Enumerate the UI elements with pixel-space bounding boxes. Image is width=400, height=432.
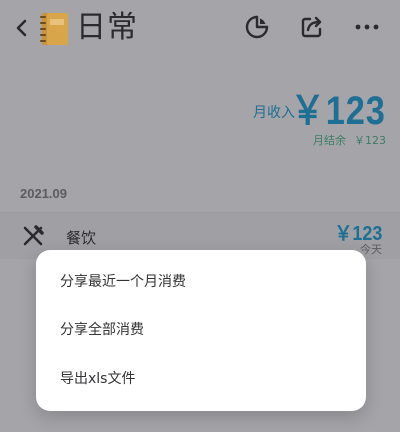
- record-date: 今天: [360, 243, 382, 256]
- share-icon: [301, 16, 322, 38]
- fork-knife-icon: [22, 225, 44, 247]
- share-button[interactable]: [299, 14, 325, 40]
- export-xls-item[interactable]: 导出xls文件: [36, 359, 366, 399]
- pie-chart-icon: [245, 15, 269, 39]
- share-all-item[interactable]: 分享全部消费: [36, 310, 366, 350]
- notebook-icon: [38, 11, 70, 47]
- page-title: 日常: [76, 10, 138, 45]
- more-dots-icon: [355, 24, 379, 30]
- record-category: 餐饮: [66, 229, 97, 247]
- monthly-balance: 月结余 ￥123: [305, 132, 386, 148]
- monthly-balance-label: 月结余: [313, 134, 346, 147]
- month-header: 2021.09: [20, 186, 67, 201]
- monthly-income-value: ￥123: [290, 89, 386, 133]
- share-last-month-item[interactable]: 分享最近一个月消费: [36, 262, 366, 302]
- share-menu-popup: 分享最近一个月消费 分享全部消费 导出xls文件: [36, 250, 366, 411]
- monthly-income-label: 月收入: [253, 105, 295, 121]
- chevron-left-icon: [16, 19, 27, 37]
- monthly-balance-value: ￥123: [354, 134, 386, 147]
- more-button[interactable]: [354, 14, 380, 40]
- back-button[interactable]: [14, 14, 30, 42]
- account-book-page: 日常 月收入 ￥123 月结余 ￥123 2021.09 餐饮 ￥123 今天 …: [0, 0, 400, 432]
- statistics-button[interactable]: [244, 14, 270, 40]
